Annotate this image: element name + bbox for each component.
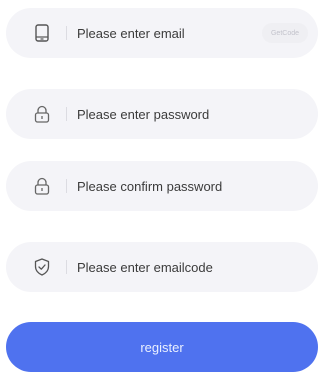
field-divider — [66, 260, 67, 274]
password-field[interactable] — [6, 89, 318, 139]
phone-icon — [32, 23, 52, 43]
email-code-input[interactable] — [77, 242, 257, 292]
shield-check-icon — [32, 257, 52, 277]
field-divider — [66, 26, 67, 40]
field-divider — [66, 107, 67, 121]
email-code-field[interactable] — [6, 242, 318, 292]
get-code-button[interactable]: GetCode — [262, 23, 308, 43]
confirm-password-field[interactable] — [6, 161, 318, 211]
lock-icon — [32, 104, 52, 124]
email-field[interactable]: GetCode — [6, 8, 318, 58]
email-input[interactable] — [77, 8, 257, 58]
field-divider — [66, 179, 67, 193]
confirm-password-input[interactable] — [77, 161, 257, 211]
password-input[interactable] — [77, 89, 257, 139]
register-button[interactable]: register — [6, 322, 318, 372]
lock-icon — [32, 176, 52, 196]
